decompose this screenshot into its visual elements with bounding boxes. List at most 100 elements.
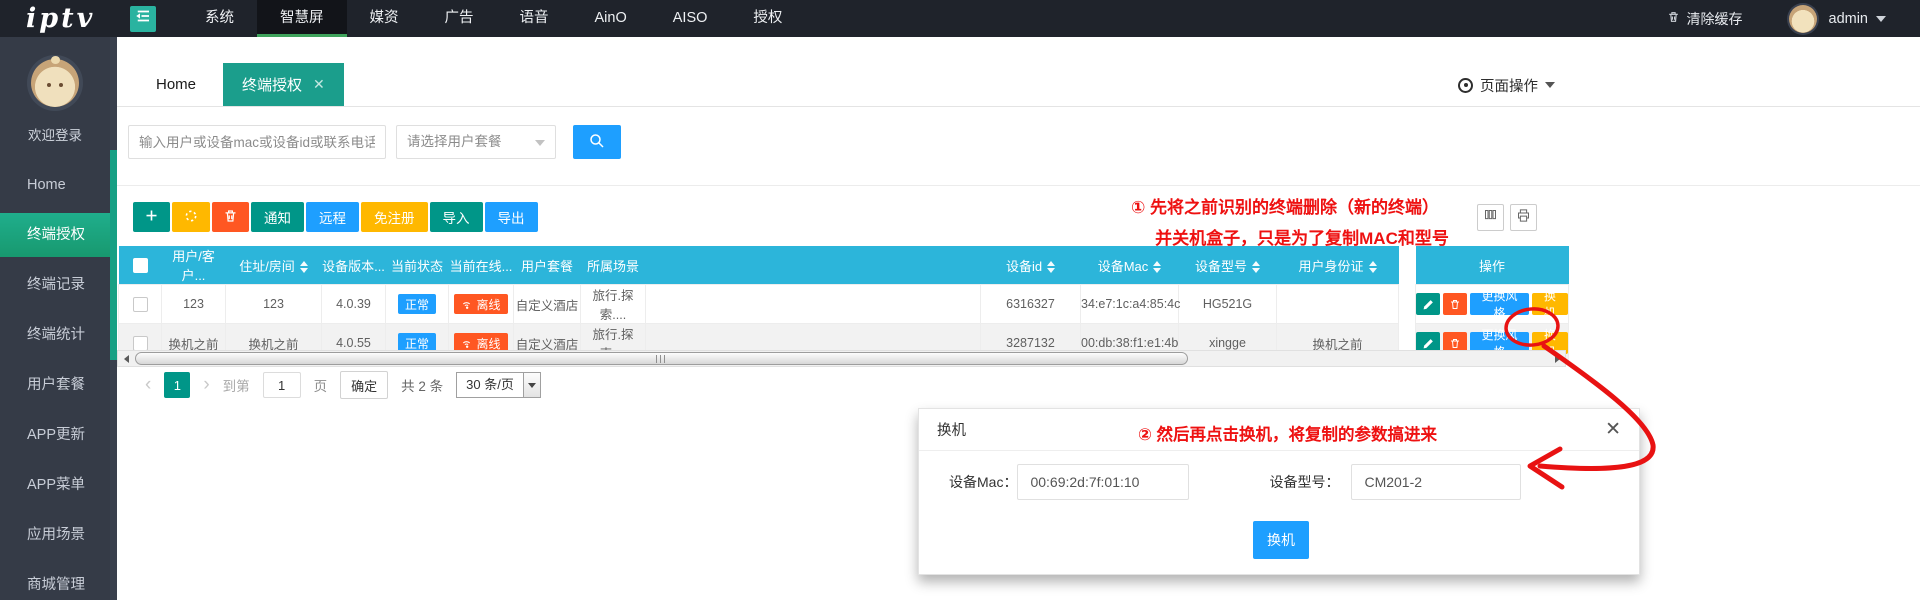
- sidebar-item-user-packages[interactable]: 用户套餐: [0, 363, 110, 407]
- swap-device-modal: 换机 ② 然后再点击换机，将复制的参数搞进来 ✕ 设备Mac： 设备型号： 换机: [918, 408, 1640, 575]
- col-user[interactable]: 用户/客户...: [162, 246, 226, 285]
- notify-button[interactable]: 通知: [251, 202, 304, 232]
- cell-id-card: [1277, 285, 1399, 324]
- sidebar-item-home[interactable]: Home: [0, 163, 110, 207]
- sidebar-item-mall-management[interactable]: 商城管理: [0, 563, 110, 607]
- add-button[interactable]: [133, 202, 170, 232]
- confirm-page-button[interactable]: 确定: [340, 371, 388, 399]
- status-badge: 正常: [398, 294, 436, 314]
- scroll-right-button[interactable]: [1549, 351, 1565, 366]
- sort-icon[interactable]: [1369, 261, 1377, 273]
- select-arrow-button[interactable]: [523, 373, 540, 397]
- cell-scene: 旅行.探索....: [581, 285, 646, 324]
- refresh-spinner-icon: [183, 208, 199, 227]
- col-id-card[interactable]: 用户身份证: [1277, 246, 1399, 285]
- trash-icon: [223, 208, 238, 227]
- nav-item-system[interactable]: 系统: [182, 0, 257, 37]
- export-button[interactable]: 导出: [485, 202, 538, 232]
- sidebar-item-app-scenes[interactable]: 应用场景: [0, 513, 110, 557]
- user-menu[interactable]: admin: [1829, 11, 1887, 27]
- wifi-off-icon: [461, 299, 472, 310]
- page-size-value: 30 条/页: [457, 373, 523, 397]
- tab-home[interactable]: Home: [129, 63, 223, 106]
- search-button[interactable]: [573, 125, 621, 159]
- select-all-checkbox[interactable]: [133, 258, 148, 273]
- row-checkbox[interactable]: [133, 336, 148, 351]
- sort-icon[interactable]: [1153, 261, 1161, 273]
- sidebar-avatar: [31, 59, 79, 107]
- tab-bar: Home 终端授权 ✕ 页面操作: [117, 63, 1920, 107]
- change-style-button[interactable]: 更换风格: [1470, 293, 1529, 315]
- modal-swap-button[interactable]: 换机: [1253, 521, 1309, 559]
- search-icon: [588, 132, 606, 153]
- chevron-down-icon: [535, 140, 545, 146]
- tab-terminal-auth[interactable]: 终端授权 ✕: [223, 63, 344, 106]
- goto-page-input[interactable]: [263, 372, 301, 398]
- sidebar-scrollbar-thumb[interactable]: [110, 150, 117, 360]
- col-scene[interactable]: 所属场景: [581, 246, 646, 285]
- delete-row-button[interactable]: [1443, 293, 1467, 315]
- nav-item-aino[interactable]: AinO: [572, 0, 650, 37]
- sidebar-toggle-button[interactable]: [130, 6, 156, 32]
- scrollbar-thumb[interactable]: [135, 352, 1188, 365]
- refresh-button[interactable]: [172, 202, 210, 232]
- col-online[interactable]: 当前在线...: [449, 246, 514, 285]
- mac-input[interactable]: [1017, 464, 1189, 500]
- next-page-button[interactable]: ›: [203, 372, 209, 398]
- nav-item-media[interactable]: 媒资: [347, 0, 422, 37]
- sidebar-item-app-update[interactable]: APP更新: [0, 413, 110, 457]
- search-input[interactable]: [128, 125, 386, 159]
- tab-close-icon[interactable]: ✕: [313, 76, 325, 93]
- pencil-icon: [1422, 337, 1435, 350]
- col-mac[interactable]: 设备Mac: [1081, 246, 1179, 285]
- nav-item-ads[interactable]: 广告: [422, 0, 497, 37]
- sort-icon[interactable]: [300, 261, 308, 273]
- cell-device-id: 6316327: [981, 285, 1081, 324]
- page-operations-dropdown[interactable]: 页面操作: [1458, 63, 1555, 107]
- package-select[interactable]: 请选择用户套餐: [396, 125, 556, 159]
- nav-item-license[interactable]: 授权: [730, 0, 805, 37]
- table-tools: [1477, 204, 1537, 231]
- current-page-button[interactable]: 1: [164, 372, 190, 398]
- model-input[interactable]: [1351, 464, 1521, 500]
- scroll-left-button[interactable]: [118, 351, 134, 366]
- mac-label: 设备Mac：: [949, 472, 1017, 492]
- nav-item-voice[interactable]: 语音: [497, 0, 572, 37]
- import-button[interactable]: 导入: [430, 202, 483, 232]
- prev-page-button[interactable]: ‹: [145, 372, 151, 398]
- col-status[interactable]: 当前状态: [386, 246, 449, 285]
- divider: [117, 185, 1920, 186]
- clear-cache-button[interactable]: 清除缓存: [1667, 9, 1743, 29]
- close-icon[interactable]: ✕: [1605, 418, 1621, 441]
- sidebar-item-app-menu[interactable]: APP菜单: [0, 463, 110, 507]
- clear-cache-label: 清除缓存: [1687, 9, 1743, 29]
- nav-item-smartscreen[interactable]: 智慧屏: [257, 0, 347, 37]
- user-avatar[interactable]: [1789, 5, 1817, 33]
- page-size-select[interactable]: 30 条/页: [456, 372, 541, 398]
- free-register-button[interactable]: 免注册: [361, 202, 428, 232]
- package-select-placeholder: 请选择用户套餐: [407, 134, 502, 149]
- col-version[interactable]: 设备版本...: [322, 246, 386, 285]
- row-checkbox[interactable]: [133, 297, 148, 312]
- delete-button[interactable]: [212, 202, 249, 232]
- edit-button[interactable]: [1416, 293, 1440, 315]
- swap-device-button[interactable]: 换机: [1532, 293, 1568, 315]
- sort-icon[interactable]: [1047, 261, 1055, 273]
- print-button[interactable]: [1510, 204, 1537, 231]
- nav-item-aiso[interactable]: AISO: [650, 0, 731, 37]
- table-row: 123 123 4.0.39 正常 离线 自定义酒店 旅行.探索.... 631…: [119, 285, 1569, 324]
- col-model[interactable]: 设备型号: [1179, 246, 1277, 285]
- sidebar-item-terminal-auth[interactable]: 终端授权: [0, 213, 110, 257]
- online-badge: 离线: [454, 294, 507, 314]
- col-package[interactable]: 用户套餐: [514, 246, 581, 285]
- cell-user: 123: [162, 285, 226, 324]
- sidebar-item-terminal-stats[interactable]: 终端统计: [0, 313, 110, 357]
- remote-button[interactable]: 远程: [306, 202, 359, 232]
- col-device-id[interactable]: 设备id: [981, 246, 1081, 285]
- sort-icon[interactable]: [1252, 261, 1260, 273]
- username: admin: [1829, 11, 1869, 27]
- col-address[interactable]: 住址/房间: [226, 246, 322, 285]
- trash-icon: [1449, 337, 1461, 350]
- sidebar-item-terminal-records[interactable]: 终端记录: [0, 263, 110, 307]
- horizontal-scrollbar[interactable]: [117, 350, 1566, 367]
